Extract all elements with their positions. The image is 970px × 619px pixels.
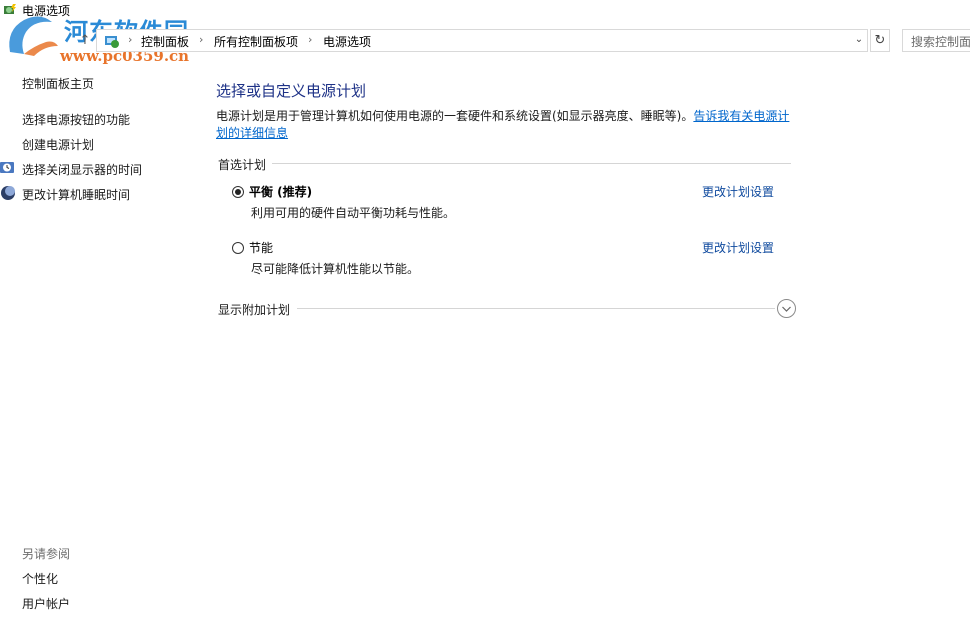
plan-power-saver-description: 尽可能降低计算机性能以节能。 — [251, 262, 420, 276]
preferred-plans-label: 首选计划 — [218, 158, 267, 172]
address-bar[interactable] — [96, 29, 868, 52]
page-title: 选择或自定义电源计划 — [216, 82, 367, 100]
change-plan-settings-link[interactable]: 更改计划设置 — [702, 239, 774, 256]
see-also-personalization[interactable]: 个性化 — [22, 570, 58, 587]
breadcrumb-separator[interactable]: › — [199, 33, 203, 46]
show-additional-plans-label[interactable]: 显示附加计划 — [218, 301, 290, 318]
see-also-user-accounts[interactable]: 用户帐户 — [22, 595, 70, 612]
section-divider — [297, 308, 775, 309]
radio-balanced[interactable] — [232, 186, 244, 198]
breadcrumb-separator: › — [128, 33, 133, 46]
up-arrow-icon[interactable]: ↑ — [78, 34, 92, 48]
clock-icon — [0, 162, 14, 173]
refresh-icon: ↻ — [874, 33, 886, 48]
see-also-title: 另请参阅 — [22, 547, 71, 561]
plan-balanced-description: 利用可用的硬件自动平衡功耗与性能。 — [251, 206, 456, 220]
sidebar-item-display-off[interactable]: 选择关闭显示器的时间 — [22, 161, 142, 178]
plan-power-saver-name[interactable]: 节能 — [249, 239, 273, 256]
sidebar-item-sleep-time[interactable]: 更改计算机睡眠时间 — [22, 186, 130, 203]
chevron-down-icon — [782, 306, 791, 312]
radio-selected-dot — [235, 189, 241, 195]
search-input[interactable]: 搜索控制面 — [902, 29, 970, 52]
moon-icon — [1, 186, 15, 200]
sidebar-item-create-plan[interactable]: 创建电源计划 — [22, 136, 94, 153]
search-placeholder: 搜索控制面 — [911, 35, 970, 49]
description-text: 电源计划是用于管理计算机如何使用电源的一套硬件和系统设置(如显示器亮度、睡眠等)… — [216, 109, 694, 123]
sidebar-control-panel-home[interactable]: 控制面板主页 — [22, 75, 94, 92]
breadcrumb-control-panel[interactable]: 控制面板 — [141, 33, 189, 50]
watermark-logo — [9, 16, 58, 56]
breadcrumb-power-options[interactable]: 电源选项 — [323, 33, 371, 50]
sidebar-item-power-button[interactable]: 选择电源按钮的功能 — [22, 111, 130, 128]
radio-power-saver[interactable] — [232, 242, 244, 254]
expand-button[interactable] — [777, 299, 796, 318]
page-description: 电源计划是用于管理计算机如何使用电源的一套硬件和系统设置(如显示器亮度、睡眠等)… — [216, 108, 796, 142]
plan-balanced-name[interactable]: 平衡 (推荐) — [249, 183, 312, 200]
breadcrumb-separator[interactable]: › — [308, 33, 312, 46]
change-plan-settings-link[interactable]: 更改计划设置 — [702, 183, 774, 200]
control-panel-icon — [105, 36, 119, 48]
refresh-button[interactable]: ↻ — [870, 29, 890, 52]
breadcrumb-all-items[interactable]: 所有控制面板项 — [214, 33, 298, 50]
chevron-down-icon[interactable]: ⌄ — [853, 34, 865, 46]
section-divider — [272, 163, 791, 164]
